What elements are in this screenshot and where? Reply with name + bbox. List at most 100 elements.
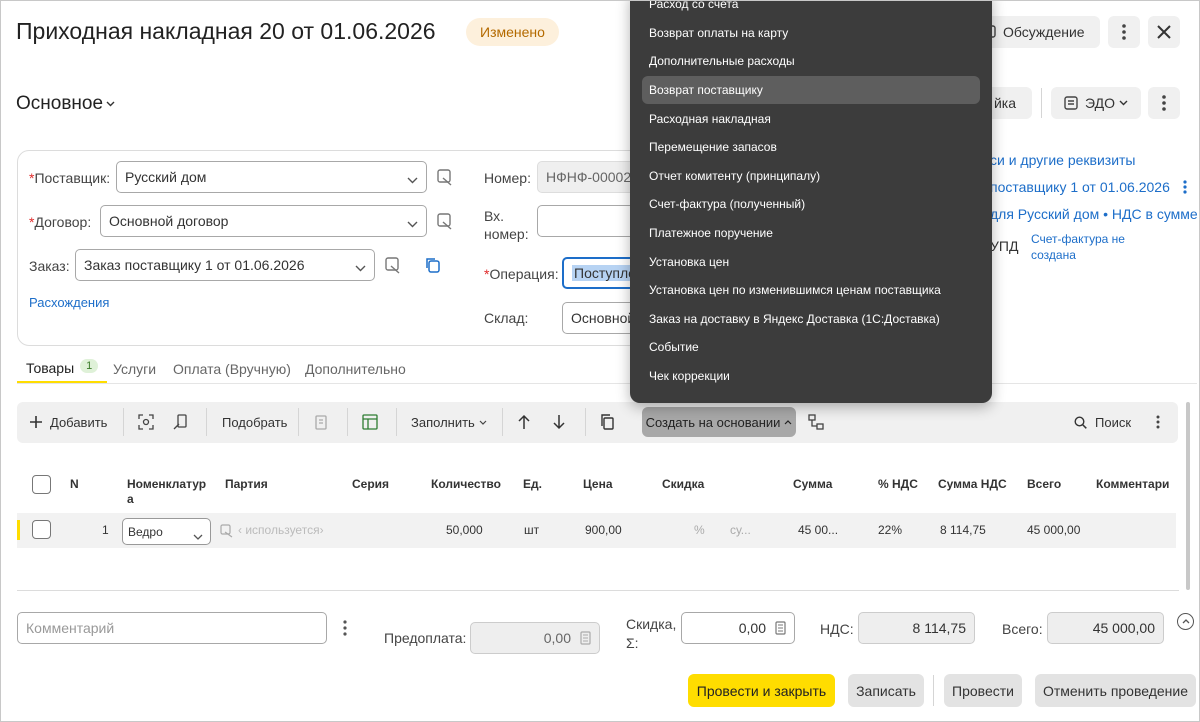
- cell-unit: шт: [524, 523, 540, 537]
- more-vertical-icon[interactable]: [1183, 180, 1187, 194]
- operation-label: *Операция:: [484, 266, 559, 282]
- scan-barcode-icon[interactable]: [138, 406, 154, 438]
- order-field[interactable]: Заказ поставщику 1 от 01.06.2026: [75, 249, 375, 281]
- arrow-down-icon[interactable]: [552, 406, 566, 438]
- copy-icon[interactable]: [600, 406, 614, 438]
- vat-value: 8 114,75: [912, 620, 966, 636]
- open-item-icon[interactable]: [220, 524, 234, 538]
- add-button-label: Добавить: [50, 414, 108, 430]
- toolbar-divider: [502, 408, 503, 436]
- subheader-more-button[interactable]: [1148, 87, 1180, 119]
- menu-item[interactable]: Чек коррекции: [630, 362, 992, 391]
- chevron-down-icon: [1119, 100, 1128, 106]
- cell-item-field[interactable]: Ведро: [122, 518, 211, 545]
- col-vat-sum[interactable]: Сумма НДС: [938, 477, 1007, 492]
- based-order-link[interactable]: поставщику 1 от 01.06.2026: [990, 179, 1170, 195]
- menu-item[interactable]: Перемещение запасов: [630, 133, 992, 162]
- tab-services[interactable]: Услуги: [113, 361, 156, 377]
- menu-item[interactable]: Платежное поручение: [630, 219, 992, 248]
- invoice-link[interactable]: Счет-фактура не создана: [1031, 231, 1125, 263]
- col-qty[interactable]: Количество: [431, 477, 501, 492]
- arrow-up-icon[interactable]: [517, 406, 531, 438]
- discount-field[interactable]: 0,00: [681, 612, 795, 644]
- col-sum[interactable]: Сумма: [793, 477, 832, 492]
- number-field[interactable]: НФНФ-00002: [537, 161, 637, 193]
- comment-input[interactable]: Комментарий: [17, 612, 327, 644]
- operation-value: Поступле: [572, 265, 636, 281]
- discussion-button[interactable]: Обсуждение: [975, 16, 1100, 48]
- comment-placeholder: Комментарий: [26, 620, 115, 636]
- col-series[interactable]: Серия: [352, 477, 389, 492]
- cell-total: 45 000,00: [1027, 523, 1081, 537]
- col-comment[interactable]: Комментари: [1096, 477, 1169, 492]
- chevron-up-icon: [784, 419, 792, 425]
- prepay-field[interactable]: 0,00: [470, 622, 600, 654]
- props-link[interactable]: си и другие реквизиты: [990, 152, 1136, 168]
- structure-icon[interactable]: [808, 406, 824, 438]
- menu-item-highlighted[interactable]: Возврат поставщику: [642, 75, 980, 105]
- menu-item[interactable]: Дополнительные расходы: [630, 47, 992, 76]
- tab-payment[interactable]: Оплата (Вручную): [173, 361, 291, 377]
- open-supplier-icon[interactable]: [436, 168, 454, 186]
- save-button[interactable]: Записать: [848, 674, 924, 707]
- create-based-button[interactable]: Создать на основании: [642, 407, 796, 437]
- operation-field[interactable]: Поступле: [562, 257, 637, 289]
- copy-order-icon[interactable]: [424, 256, 442, 274]
- warehouse-field[interactable]: Основной: [562, 302, 637, 334]
- post-close-button[interactable]: Провести и закрыть: [688, 674, 835, 707]
- col-unit[interactable]: Ед.: [523, 477, 542, 492]
- add-button[interactable]: Добавить: [30, 406, 107, 438]
- open-contract-icon[interactable]: [436, 212, 454, 230]
- table-calc-icon[interactable]: [362, 406, 378, 438]
- menu-item[interactable]: Отчет комитенту (принципалу): [630, 162, 992, 191]
- more-vertical-icon[interactable]: [1156, 406, 1160, 438]
- pick-button[interactable]: Подобрать: [222, 406, 287, 438]
- menu-item[interactable]: Расходная накладная: [630, 104, 992, 133]
- col-vat-rate[interactable]: % НДС: [878, 477, 918, 492]
- scrollbar[interactable]: [1186, 402, 1190, 590]
- unpost-button[interactable]: Отменить проведение: [1035, 674, 1196, 707]
- col-batch[interactable]: Партия: [225, 477, 268, 492]
- chevron-down-icon: [407, 171, 418, 187]
- more-vertical-icon[interactable]: [343, 620, 347, 636]
- calculator-icon[interactable]: [775, 621, 786, 638]
- contract-field[interactable]: Основной договор: [100, 205, 427, 237]
- paste-icon[interactable]: [313, 406, 329, 438]
- calculator-icon[interactable]: [580, 631, 591, 648]
- col-n[interactable]: N: [70, 477, 79, 492]
- cell-price: 900,00: [585, 523, 622, 537]
- post-button[interactable]: Провести: [944, 674, 1022, 707]
- menu-item[interactable]: Счет-фактура (полученный): [630, 190, 992, 219]
- in-number-field[interactable]: [537, 205, 637, 237]
- tab-additional[interactable]: Дополнительно: [305, 361, 406, 377]
- search-button[interactable]: Поиск: [1074, 406, 1131, 438]
- row-checkbox[interactable]: [32, 520, 51, 539]
- tab-goods[interactable]: Товары 1: [17, 359, 108, 383]
- menu-item[interactable]: Событие: [630, 333, 992, 362]
- col-item[interactable]: Номенклатур а: [127, 477, 206, 507]
- supplier-field[interactable]: Русский дом: [116, 161, 427, 193]
- menu-item[interactable]: Установка цен: [630, 247, 992, 276]
- view-selector[interactable]: Основное: [16, 93, 115, 115]
- vat-link[interactable]: для Русский дом • НДС в сумме: [990, 206, 1198, 222]
- menu-item[interactable]: Возврат оплаты на карту: [630, 19, 992, 48]
- open-order-icon[interactable]: [384, 256, 402, 274]
- vat-field: 8 114,75: [858, 612, 975, 644]
- edo-label: ЭДО: [1085, 95, 1115, 111]
- plus-icon: [30, 416, 42, 428]
- fill-button[interactable]: Заполнить: [411, 406, 487, 438]
- select-all-checkbox[interactable]: [32, 475, 51, 494]
- menu-item[interactable]: Заказ на доставку в Яндекс Доставка (1С:…: [630, 305, 992, 334]
- collapse-icon[interactable]: [1177, 613, 1194, 630]
- col-discount[interactable]: Скидка: [662, 477, 704, 492]
- print-button-label: йка: [993, 95, 1016, 111]
- edo-button[interactable]: ЭДО: [1051, 87, 1141, 119]
- data-collection-icon[interactable]: [173, 406, 189, 438]
- col-total[interactable]: Всего: [1027, 477, 1061, 492]
- more-button[interactable]: [1108, 16, 1140, 48]
- discrepancies-link[interactable]: Расхождения: [29, 295, 109, 310]
- menu-item[interactable]: Расход со счета: [630, 0, 992, 19]
- col-price[interactable]: Цена: [583, 477, 613, 492]
- close-button[interactable]: [1148, 16, 1180, 48]
- menu-item[interactable]: Установка цен по изменившимся ценам пост…: [630, 276, 992, 305]
